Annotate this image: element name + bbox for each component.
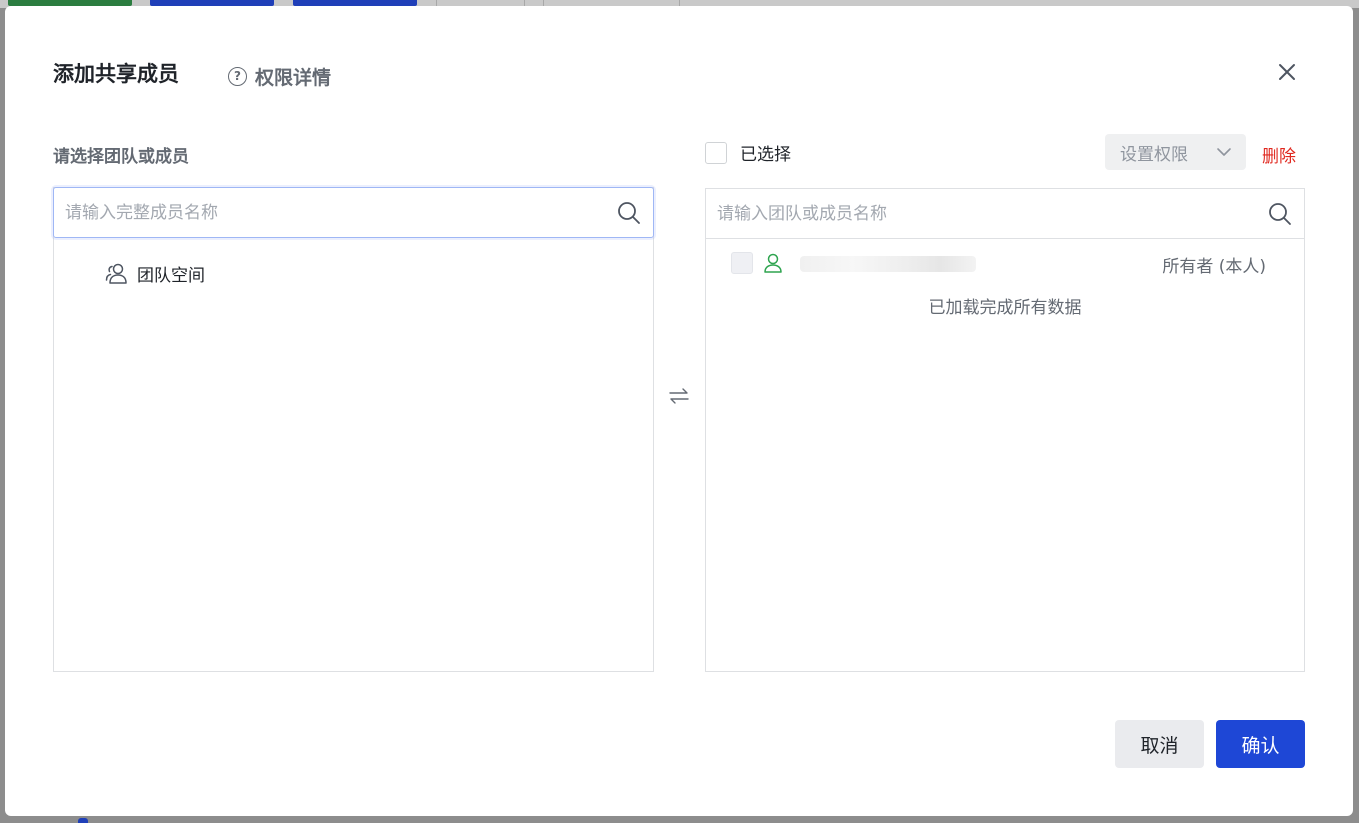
selected-members-panel: 所有者 (本人) 已加载完成所有数据 <box>705 188 1305 672</box>
available-members-panel: 团队空间 <box>53 187 654 672</box>
member-name-redacted <box>800 256 976 272</box>
close-button[interactable] <box>1277 62 1297 82</box>
set-permission-label: 设置权限 <box>1120 144 1188 165</box>
permission-details-label: 权限详情 <box>255 67 332 89</box>
select-team-or-member-label: 请选择团队或成员 <box>53 147 189 167</box>
transfer-arrows-icon <box>669 388 689 404</box>
confirm-button[interactable]: 确认 <box>1216 720 1305 768</box>
right-search-box <box>706 189 1304 239</box>
member-search-input[interactable] <box>63 201 587 224</box>
selected-search-input[interactable] <box>715 202 1239 225</box>
search-icon[interactable] <box>617 201 641 225</box>
left-search-box <box>53 187 654 238</box>
team-icon <box>105 263 127 284</box>
user-icon <box>764 253 782 273</box>
tree-item-team-space[interactable]: 团队空间 <box>105 261 205 286</box>
member-checkbox <box>731 252 753 274</box>
dialog-title: 添加共享成员 <box>53 62 179 86</box>
set-permission-dropdown[interactable]: 设置权限 <box>1105 134 1246 170</box>
close-icon <box>1279 64 1295 80</box>
search-icon[interactable] <box>1268 202 1292 226</box>
select-all-checkbox-row[interactable]: 已选择 <box>705 140 791 165</box>
selected-label: 已选择 <box>740 145 791 165</box>
tree-item-label: 团队空间 <box>137 266 205 286</box>
member-row: 所有者 (本人) <box>706 239 1304 289</box>
cancel-button[interactable]: 取消 <box>1115 720 1204 768</box>
delete-button[interactable]: 删除 <box>1262 142 1296 167</box>
question-circle-icon: ? <box>228 67 247 86</box>
background-marker <box>78 818 88 823</box>
all-data-loaded-message: 已加载完成所有数据 <box>928 298 1082 318</box>
permission-details-link[interactable]: ? 权限详情 <box>228 63 331 90</box>
chevron-down-icon <box>1217 148 1231 156</box>
add-share-members-dialog: 添加共享成员 ? 权限详情 请选择团队或成员 团队空间 <box>5 6 1353 816</box>
member-role: 所有者 (本人) <box>1162 257 1266 277</box>
select-all-checkbox[interactable] <box>705 141 727 164</box>
